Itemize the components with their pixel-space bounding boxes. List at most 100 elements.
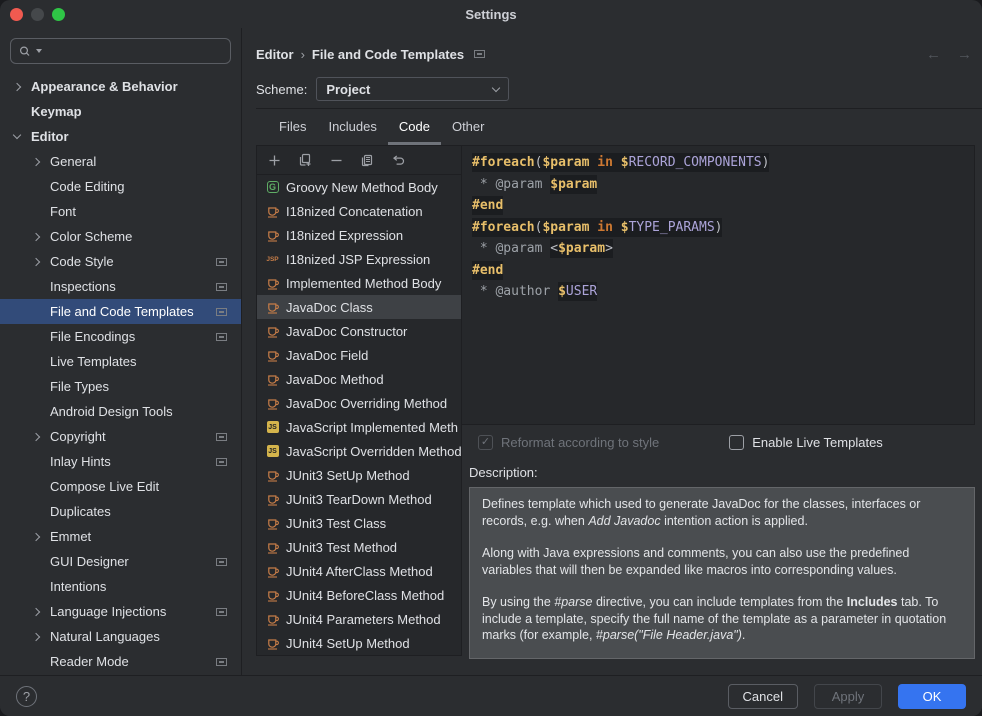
sidebar-item-copyright[interactable]: Copyright [0, 424, 241, 449]
template-item-i18nized-expression[interactable]: I18nized Expression [257, 223, 461, 247]
close-button[interactable] [10, 8, 23, 21]
template-item-junit4-setup-method[interactable]: JUnit4 SetUp Method [257, 631, 461, 655]
reformat-checkbox[interactable]: ✓ Reformat according to style [478, 435, 659, 450]
template-code-editor[interactable]: #foreach($param in $RECORD_COMPONENTS) *… [461, 145, 975, 425]
cancel-button[interactable]: Cancel [728, 684, 798, 709]
remove-template-button[interactable] [329, 153, 343, 167]
reset-template-button[interactable] [391, 153, 405, 167]
template-item-junit3-setup-method[interactable]: JUnit3 SetUp Method [257, 463, 461, 487]
sidebar-item-android-design-tools[interactable]: Android Design Tools [0, 399, 241, 424]
tab-includes[interactable]: Includes [317, 109, 387, 145]
chevron-right-icon[interactable] [32, 157, 40, 165]
sidebar-item-language-injections[interactable]: Language Injections [0, 599, 241, 624]
sidebar-item-code-style[interactable]: Code Style [0, 249, 241, 274]
sidebar-item-keymap[interactable]: Keymap [0, 99, 241, 124]
template-item-label: JUnit4 AfterClass Method [286, 564, 433, 579]
breadcrumb-editor[interactable]: Editor [256, 47, 294, 62]
sidebar-item-label: File Encodings [50, 329, 135, 344]
template-item-label: Groovy New Method Body [286, 180, 438, 195]
sidebar-item-natural-languages[interactable]: Natural Languages [0, 624, 241, 649]
template-item-junit3-test-class[interactable]: JUnit3 Test Class [257, 511, 461, 535]
sidebar-item-editor[interactable]: Editor [0, 124, 241, 149]
sidebar-item-live-templates[interactable]: Live Templates [0, 349, 241, 374]
tab-files[interactable]: Files [268, 109, 317, 145]
sidebar-item-reader-mode[interactable]: Reader Mode [0, 649, 241, 674]
zoom-button[interactable] [52, 8, 65, 21]
javascript-icon: JS [267, 421, 279, 433]
chevron-right-icon[interactable] [32, 532, 40, 540]
sidebar-item-compose-live-edit[interactable]: Compose Live Edit [0, 474, 241, 499]
sidebar-item-color-scheme[interactable]: Color Scheme [0, 224, 241, 249]
minimize-button[interactable] [31, 8, 44, 21]
breadcrumb: Editor › File and Code Templates ← → [256, 42, 982, 66]
template-item-junit4-parameters-method[interactable]: JUnit4 Parameters Method [257, 607, 461, 631]
sidebar-item-file-types[interactable]: File Types [0, 374, 241, 399]
sidebar-item-emmet[interactable]: Emmet [0, 524, 241, 549]
forward-arrow-icon[interactable]: → [957, 46, 972, 63]
template-item-javadoc-overriding-method[interactable]: JavaDoc Overriding Method [257, 391, 461, 415]
sidebar-item-label: Copyright [50, 429, 106, 444]
chevron-right-icon[interactable] [32, 257, 40, 265]
sidebar-item-intentions[interactable]: Intentions [0, 574, 241, 599]
tab-other[interactable]: Other [441, 109, 496, 145]
template-item-i18nized-concatenation[interactable]: I18nized Concatenation [257, 199, 461, 223]
sidebar-item-file-encodings[interactable]: File Encodings [0, 324, 241, 349]
duplicate-template-button[interactable] [298, 153, 312, 167]
template-item-junit3-test-method[interactable]: JUnit3 Test Method [257, 535, 461, 559]
search-box[interactable] [10, 38, 231, 64]
back-arrow-icon[interactable]: ← [926, 46, 941, 63]
sidebar-item-duplicates[interactable]: Duplicates [0, 499, 241, 524]
sidebar-item-appearance-behavior[interactable]: Appearance & Behavior [0, 74, 241, 99]
template-list-toolbar [257, 146, 461, 175]
add-template-button[interactable] [267, 153, 281, 167]
screen-icon [216, 283, 227, 291]
template-item-junit3-teardown-method[interactable]: JUnit3 TearDown Method [257, 487, 461, 511]
tab-code[interactable]: Code [388, 109, 441, 145]
template-item-junit4-beforeclass-method[interactable]: JUnit4 BeforeClass Method [257, 583, 461, 607]
sidebar-item-code-editing[interactable]: Code Editing [0, 174, 241, 199]
template-item-label: Implemented Method Body [286, 276, 441, 291]
search-options-caret-icon[interactable] [36, 49, 42, 53]
code-line: #end [472, 260, 964, 282]
template-item-javadoc-method[interactable]: JavaDoc Method [257, 367, 461, 391]
sidebar-item-font[interactable]: Font [0, 199, 241, 224]
scheme-dropdown[interactable]: Project [316, 77, 509, 101]
search-input[interactable] [44, 44, 222, 59]
sidebar-item-general[interactable]: General [0, 149, 241, 174]
sidebar-item-label: Inlay Hints [50, 454, 111, 469]
chevron-right-icon[interactable] [32, 607, 40, 615]
template-item-javadoc-class[interactable]: JavaDoc Class [257, 295, 461, 319]
chevron-right-icon[interactable] [32, 632, 40, 640]
apply-button[interactable]: Apply [814, 684, 882, 709]
template-item-junit4-afterclass-method[interactable]: JUnit4 AfterClass Method [257, 559, 461, 583]
sidebar-item-gui-designer[interactable]: GUI Designer [0, 549, 241, 574]
help-button[interactable]: ? [16, 686, 37, 707]
sidebar-item-inspections[interactable]: Inspections [0, 274, 241, 299]
copy-template-button[interactable] [360, 153, 374, 167]
template-list-panel: GGroovy New Method BodyI18nized Concaten… [256, 145, 462, 656]
ok-button[interactable]: OK [898, 684, 966, 709]
description-panel: Defines template which used to generate … [469, 487, 975, 659]
sidebar-item-label: Intentions [50, 579, 106, 594]
template-item-javadoc-field[interactable]: JavaDoc Field [257, 343, 461, 367]
chevron-right-icon[interactable] [32, 232, 40, 240]
sidebar-item-file-and-code-templates[interactable]: File and Code Templates [0, 299, 241, 324]
template-item-javascript-implemented-meth[interactable]: JSJavaScript Implemented Meth [257, 415, 461, 439]
java-class-icon [266, 300, 280, 314]
breadcrumb-separator-icon: › [301, 47, 305, 62]
sidebar-item-label: Duplicates [50, 504, 111, 519]
template-item-implemented-method-body[interactable]: Implemented Method Body [257, 271, 461, 295]
sidebar-item-inlay-hints[interactable]: Inlay Hints [0, 449, 241, 474]
template-item-label: JUnit3 Test Class [286, 516, 386, 531]
template-item-groovy-new-method-body[interactable]: GGroovy New Method Body [257, 175, 461, 199]
template-item-i18nized-jsp-expression[interactable]: JSPI18nized JSP Expression [257, 247, 461, 271]
template-item-label: JavaDoc Method [286, 372, 384, 387]
template-item-javascript-overridden-method[interactable]: JSJavaScript Overridden Method [257, 439, 461, 463]
template-tabs: Files Includes Code Other [256, 109, 982, 145]
chevron-down-icon[interactable] [13, 131, 21, 139]
template-item-label: JUnit3 SetUp Method [286, 468, 410, 483]
template-item-javadoc-constructor[interactable]: JavaDoc Constructor [257, 319, 461, 343]
chevron-right-icon[interactable] [32, 432, 40, 440]
chevron-right-icon[interactable] [13, 82, 21, 90]
enable-live-templates-checkbox[interactable]: Enable Live Templates [729, 435, 883, 450]
